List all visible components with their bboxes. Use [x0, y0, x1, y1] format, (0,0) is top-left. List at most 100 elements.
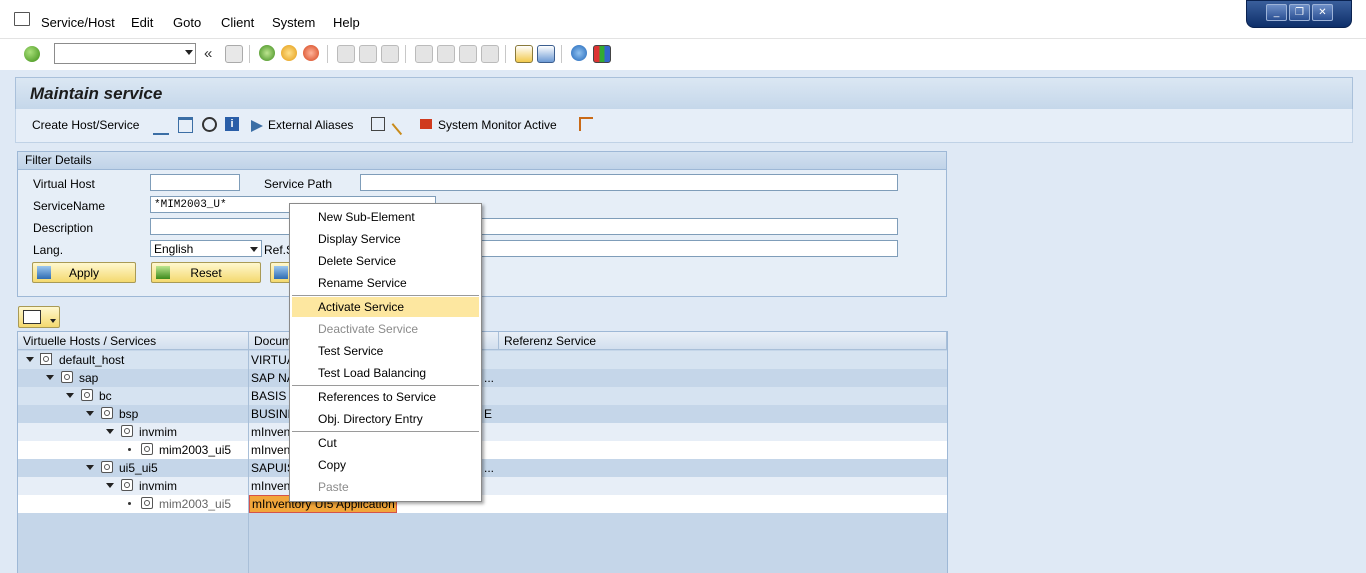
- leaf-bullet-icon: [128, 502, 131, 505]
- hierarchy-icon[interactable]: [579, 117, 593, 131]
- expand-toggle-icon[interactable]: [86, 465, 94, 470]
- menu-item-test-load-balancing[interactable]: Test Load Balancing: [292, 363, 479, 383]
- shortcut-icon[interactable]: [537, 45, 555, 63]
- print-layout-button[interactable]: [18, 306, 60, 328]
- tree-row[interactable]: mim2003_ui5 mInven: [18, 441, 947, 459]
- chevron-down-icon[interactable]: [250, 247, 258, 252]
- toolbar-divider: [505, 45, 506, 63]
- expand-toggle-icon[interactable]: [66, 393, 74, 398]
- back-icon[interactable]: [259, 45, 275, 61]
- menu-goto[interactable]: Goto: [173, 15, 201, 30]
- tree-node-label: default_host: [59, 353, 125, 367]
- description-input[interactable]: [150, 218, 898, 235]
- leaf-bullet-icon: [128, 448, 131, 451]
- expand-toggle-icon[interactable]: [26, 357, 34, 362]
- menu-edit[interactable]: Edit: [131, 15, 153, 30]
- tree-node-label: sap: [79, 371, 99, 385]
- system-monitor-button[interactable]: System Monitor Active: [438, 118, 557, 132]
- menu-service-host[interactable]: Service/Host: [41, 15, 115, 30]
- toolbar-divider: [327, 45, 328, 63]
- command-field[interactable]: [54, 43, 196, 64]
- toolbar-divider: [405, 45, 406, 63]
- last-page-icon[interactable]: [481, 45, 499, 63]
- toolbar-divider: [249, 45, 250, 63]
- next-page-icon[interactable]: [459, 45, 477, 63]
- application-toolbar: Create Host/Service i External Aliases S…: [15, 109, 1353, 143]
- close-icon[interactable]: ✕: [1312, 4, 1333, 21]
- tree-row-selected[interactable]: mim2003_ui5 mInventory UI5 Application: [18, 495, 947, 513]
- system-menu-icon[interactable]: [14, 12, 30, 26]
- menu-client[interactable]: Client: [221, 15, 254, 30]
- tree-row[interactable]: default_host VIRTUA: [18, 351, 947, 369]
- help-icon[interactable]: [571, 45, 587, 61]
- menu-help[interactable]: Help: [333, 15, 360, 30]
- virtual-host-input[interactable]: [150, 174, 240, 191]
- tree-row[interactable]: bc BASIS T: [18, 387, 947, 405]
- first-page-icon[interactable]: [415, 45, 433, 63]
- page-title: Maintain service: [30, 84, 163, 103]
- language-select[interactable]: English: [150, 240, 262, 257]
- previous-page-icon[interactable]: [437, 45, 455, 63]
- tree-row[interactable]: ui5_ui5 SAPUIS ...: [18, 459, 947, 477]
- menu-item-rename-service[interactable]: Rename Service: [292, 273, 479, 293]
- tree-node: mim2003_ui5: [18, 495, 248, 513]
- menu-item-test-service[interactable]: Test Service: [292, 341, 479, 361]
- menu-item-activate-service[interactable]: Activate Service: [292, 297, 479, 317]
- menu-item-cut[interactable]: Cut: [292, 433, 479, 453]
- service-tree: Virtuelle Hosts / Services Docum Referen…: [17, 331, 948, 573]
- expand-toggle-icon[interactable]: [106, 429, 114, 434]
- service-node-icon: [101, 461, 113, 473]
- service-path-input[interactable]: [360, 174, 898, 191]
- edit-glasses-icon[interactable]: [153, 117, 169, 135]
- menu-item-delete-service[interactable]: Delete Service: [292, 251, 479, 271]
- tree-extra-cell: E: [484, 407, 493, 421]
- print-icon: [23, 310, 41, 324]
- expand-toggle-icon[interactable]: [106, 483, 114, 488]
- menu-system[interactable]: System: [272, 15, 315, 30]
- menu-item-copy[interactable]: Copy: [292, 455, 479, 475]
- minimize-icon[interactable]: _: [1266, 4, 1287, 21]
- new-session-icon[interactable]: [515, 45, 533, 63]
- find-icon[interactable]: [359, 45, 377, 63]
- filter-group-box: Filter Details Virtual Host Service Path…: [17, 151, 947, 297]
- menu-item-new-sub-element[interactable]: New Sub-Element: [292, 207, 479, 227]
- find-next-icon[interactable]: [381, 45, 399, 63]
- save-icon[interactable]: [225, 45, 243, 63]
- menu-item-references-to-service[interactable]: References to Service: [292, 387, 479, 407]
- chevron-down-icon[interactable]: [185, 50, 193, 55]
- document-icon[interactable]: [371, 117, 385, 131]
- enter-check-icon[interactable]: [24, 46, 40, 62]
- external-aliases-button[interactable]: External Aliases: [268, 118, 353, 132]
- menu-separator: [292, 295, 479, 296]
- restore-icon[interactable]: ❐: [1289, 4, 1310, 21]
- refresh-icon[interactable]: [202, 117, 217, 132]
- expand-toggle-icon[interactable]: [46, 375, 54, 380]
- expand-toggle-icon[interactable]: [86, 411, 94, 416]
- info-icon[interactable]: i: [225, 117, 239, 131]
- service-node-icon: [101, 407, 113, 419]
- title-bar: Maintain service: [15, 77, 1353, 109]
- tree-row[interactable]: invmim mInven: [18, 477, 947, 495]
- search-icon: [274, 266, 288, 279]
- arrow-right-icon: [251, 120, 263, 132]
- wizard-icon[interactable]: [391, 112, 415, 136]
- print-icon[interactable]: [337, 45, 355, 63]
- customize-layout-icon[interactable]: [593, 45, 611, 63]
- cancel-icon[interactable]: [303, 45, 319, 61]
- collapse-icon[interactable]: «: [204, 45, 212, 62]
- menu-item-obj-directory-entry[interactable]: Obj. Directory Entry: [292, 409, 479, 429]
- reset-button[interactable]: Reset: [151, 262, 261, 283]
- create-host-service-button[interactable]: Create Host/Service: [32, 118, 139, 132]
- tree-row[interactable]: sap SAP NA ...: [18, 369, 947, 387]
- tree-row[interactable]: bsp BUSINE E: [18, 405, 947, 423]
- tree-row[interactable]: invmim mInven: [18, 423, 947, 441]
- exit-icon[interactable]: [281, 45, 297, 61]
- menu-item-display-service[interactable]: Display Service: [292, 229, 479, 249]
- apply-button[interactable]: Apply: [32, 262, 136, 283]
- delete-icon[interactable]: [178, 117, 193, 133]
- column-header-hosts[interactable]: Virtuelle Hosts / Services: [18, 332, 249, 350]
- tree-extra-cell: ...: [484, 371, 495, 385]
- column-header-reference-service[interactable]: Referenz Service: [499, 332, 947, 350]
- toolbar-divider: [561, 45, 562, 63]
- flag-icon: [420, 119, 432, 129]
